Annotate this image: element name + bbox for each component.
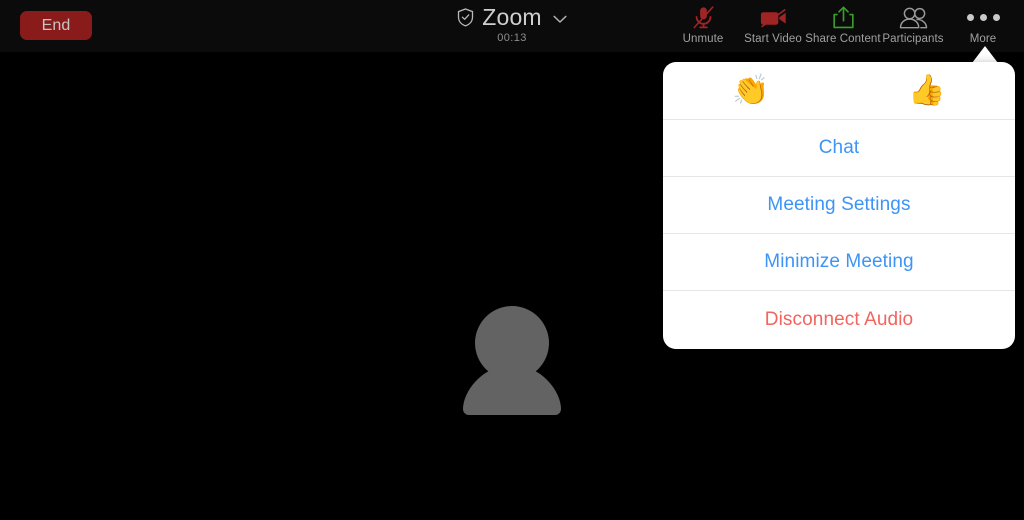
chevron-down-icon[interactable] [553,15,567,24]
toolbar-label-participants: Participants [882,33,944,45]
share-upload-icon [831,4,856,31]
avatar [459,305,565,415]
toolbar-label-more: More [969,33,997,45]
toolbar-item-unmute[interactable]: Unmute [668,0,738,52]
menu-item-minimize-meeting[interactable]: Minimize Meeting [663,234,1015,291]
page-title: Zoom [482,4,542,30]
dot [992,14,1000,21]
shield-check-icon [458,8,474,27]
toolbar-item-start-video[interactable]: Start Video [738,0,808,52]
reactions-row: 👏 👍 [663,62,1015,120]
zoom-meeting-window: End Zoom 00:13 Unmute Start Video Share … [0,0,1024,520]
dot [966,14,974,21]
toolbar-item-more[interactable]: More [948,0,1018,52]
popover-caret [972,46,998,63]
more-dots-icon [966,4,1000,31]
toolbar-item-share-content[interactable]: Share Content [805,0,881,52]
meeting-timer: 00:13 [497,32,527,44]
meeting-top-bar: End Zoom 00:13 Unmute Start Video Share … [0,0,1024,52]
meeting-title-row[interactable]: Zoom [457,4,567,31]
person-placeholder-icon [463,306,561,415]
microphone-muted-icon [691,4,716,31]
menu-item-disconnect-audio[interactable]: Disconnect Audio [663,291,1015,348]
menu-item-meeting-settings[interactable]: Meeting Settings [663,177,1015,234]
dot [979,14,987,21]
participants-icon [898,4,929,31]
toolbar-item-participants[interactable]: Participants [878,0,948,52]
reaction-thumbs-up[interactable]: 👍 [839,75,1015,106]
reaction-clapping-hands[interactable]: 👏 [663,75,839,106]
more-menu-popover: 👏 👍 Chat Meeting Settings Minimize Meeti… [663,62,1015,349]
meeting-toolbar: Unmute Start Video Share Content Partici… [668,0,1018,52]
video-off-icon [759,4,788,31]
toolbar-label-share-content: Share Content [805,33,881,45]
toolbar-label-unmute: Unmute [682,33,724,45]
toolbar-label-start-video: Start Video [744,33,802,45]
menu-item-chat[interactable]: Chat [663,120,1015,177]
